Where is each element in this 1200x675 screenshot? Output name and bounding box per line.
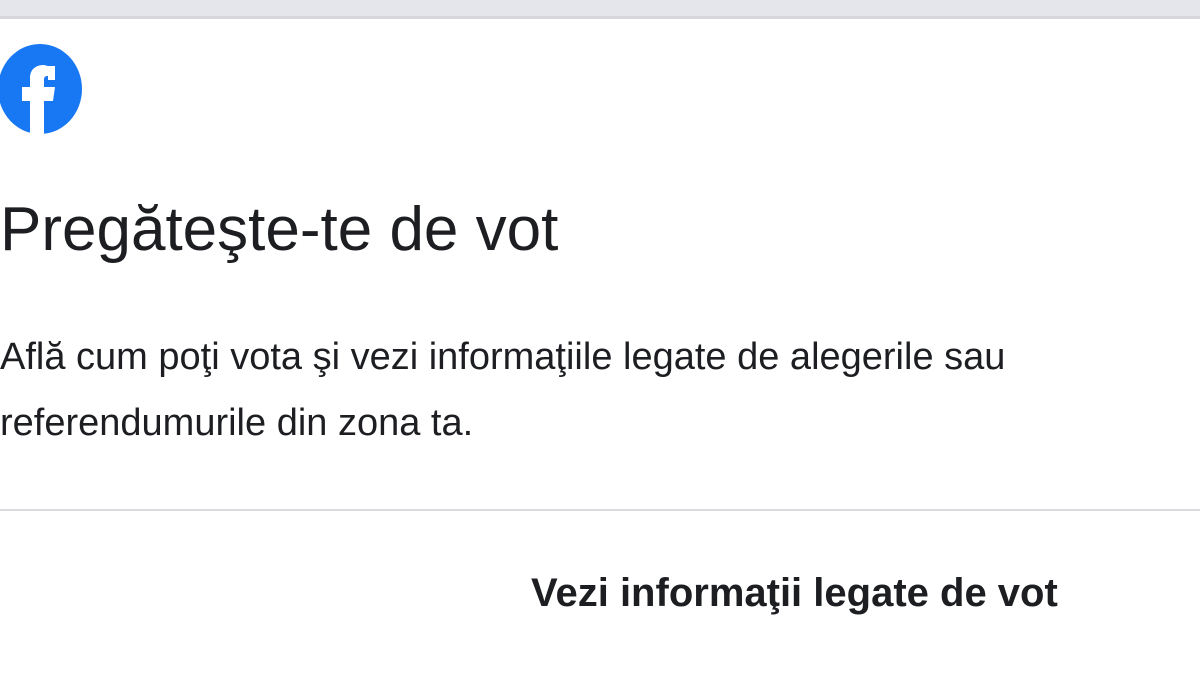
description-text: Află cum poţi vota şi vezi informaţiile …: [0, 336, 1006, 444]
top-strip: [0, 0, 1200, 16]
page-title: Pregăteşte-te de vot: [0, 195, 559, 264]
facebook-logo-icon: [0, 44, 84, 134]
divider: [0, 509, 1200, 511]
view-voting-info-label: Vezi informaţii legate de vot: [531, 571, 1058, 615]
view-voting-info-button[interactable]: Vezi informaţii legate de vot: [531, 558, 1200, 628]
